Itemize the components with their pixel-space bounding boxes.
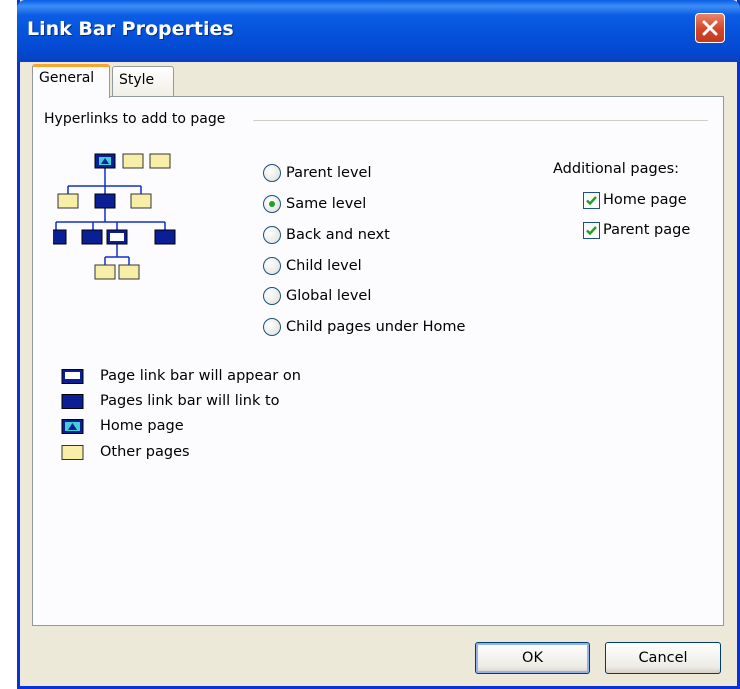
radio-parent-level[interactable]: Parent level (263, 162, 372, 184)
radio-child-pages-under-home[interactable]: Child pages under Home (263, 316, 465, 338)
additional-pages-label: Additional pages: (553, 161, 680, 177)
radio-button[interactable] (263, 257, 281, 275)
legend-label: Page link bar will appear on (100, 368, 301, 384)
checkbox-label: Home page (603, 192, 687, 208)
site-structure-diagram (53, 153, 176, 280)
title-bar[interactable]: Link Bar Properties (17, 0, 740, 62)
radio-same-level[interactable]: Same level (263, 193, 366, 215)
radio-label: Child level (286, 258, 362, 274)
current-page-icon (61, 368, 84, 384)
checkbox-label: Parent page (603, 222, 691, 238)
radio-child-level[interactable]: Child level (263, 255, 362, 277)
general-panel: Hyperlinks to add to page Parent level S… (32, 96, 724, 626)
group-divider (253, 120, 708, 121)
dialog-title: Link Bar Properties (27, 18, 234, 40)
radio-label: Child pages under Home (286, 319, 466, 335)
ok-button[interactable]: OK (475, 642, 590, 674)
legend-item-current-page: Page link bar will appear on (59, 365, 301, 387)
home-page-checkbox-row[interactable]: Home page (583, 189, 687, 211)
legend-label: Pages link bar will link to (100, 393, 280, 409)
tab-style[interactable]: Style (112, 66, 174, 96)
radio-button[interactable] (263, 226, 281, 244)
radio-back-and-next[interactable]: Back and next (263, 224, 390, 246)
radio-label: Back and next (286, 227, 390, 243)
dialog-window: Link Bar Properties General Style Hyperl… (17, 0, 740, 689)
other-page-icon (61, 444, 84, 460)
linked-page-icon (61, 393, 84, 409)
home-page-checkbox[interactable] (583, 191, 600, 209)
radio-global-level[interactable]: Global level (263, 285, 371, 307)
radio-label: Global level (286, 288, 372, 304)
legend-item-linked-pages: Pages link bar will link to (59, 390, 280, 412)
close-button[interactable] (695, 13, 725, 43)
radio-label: Same level (286, 196, 367, 212)
radio-button[interactable] (263, 195, 281, 213)
radio-button[interactable] (263, 318, 281, 336)
legend-label: Other pages (100, 444, 190, 460)
parent-page-checkbox[interactable] (583, 221, 600, 239)
radio-label: Parent level (286, 165, 372, 181)
tab-general[interactable]: General (32, 64, 110, 98)
cancel-button[interactable]: Cancel (605, 642, 721, 674)
radio-button[interactable] (263, 164, 281, 182)
legend-item-home-page: Home page (59, 415, 184, 437)
radio-button[interactable] (263, 287, 281, 305)
close-icon (702, 20, 718, 36)
check-mark-icon (586, 195, 597, 205)
legend-label: Home page (100, 418, 184, 434)
legend-item-other-pages: Other pages (59, 441, 190, 463)
parent-page-checkbox-row[interactable]: Parent page (583, 219, 690, 241)
home-page-icon (61, 418, 84, 434)
check-mark-icon (586, 225, 597, 235)
hyperlinks-group-label: Hyperlinks to add to page (44, 111, 226, 127)
